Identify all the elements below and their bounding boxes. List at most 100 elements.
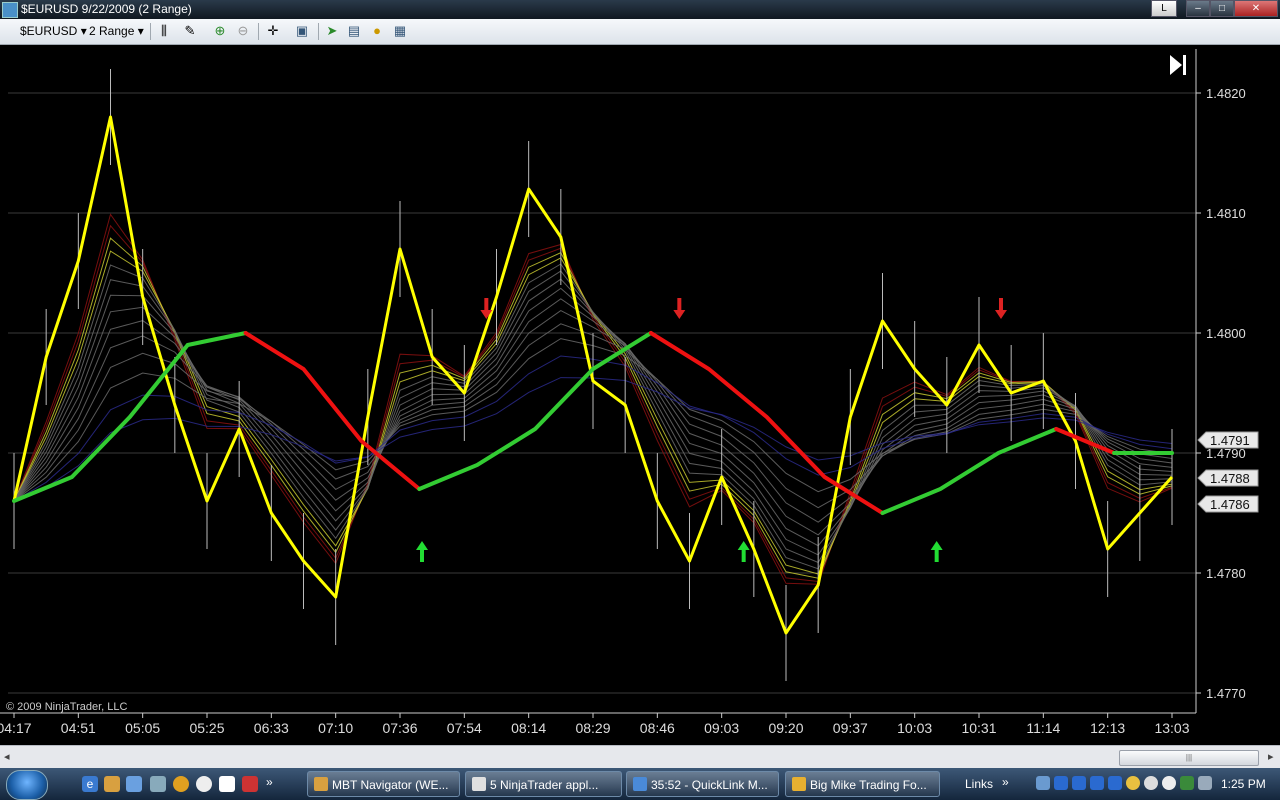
draw-pencil-icon[interactable]: ✎: [182, 23, 198, 39]
buy-arrow-icon: [416, 541, 428, 562]
sell-arrow-icon: [995, 298, 1007, 319]
toolbar-divider: [258, 23, 259, 40]
price-marker-label: 1.4788: [1210, 471, 1250, 486]
task-label: 5 NinjaTrader appl...: [490, 778, 599, 792]
chevron-down-icon: ▾: [80, 24, 87, 38]
x-tick-label: 10:31: [961, 720, 996, 736]
x-tick-label: 07:10: [318, 720, 353, 736]
crosshair-icon[interactable]: ✛: [265, 23, 281, 39]
task-app-icon: [472, 777, 486, 791]
x-tick-label: 13:03: [1154, 720, 1189, 736]
taskbar-task-button[interactable]: Big Mike Trading Fo...: [785, 771, 940, 797]
y-tick-label: 1.4810: [1206, 206, 1246, 221]
task-label: Big Mike Trading Fo...: [810, 778, 927, 792]
x-tick-label: 04:17: [0, 720, 32, 736]
chart-canvas[interactable]: 1.48201.48101.48001.47901.47801.477004:1…: [0, 45, 1280, 745]
x-tick-label: 06:33: [254, 720, 289, 736]
close-button[interactable]: ✕: [1234, 0, 1278, 17]
x-tick-label: 07:54: [447, 720, 482, 736]
ie-icon[interactable]: e: [82, 776, 98, 792]
strategies-icon[interactable]: ▤: [346, 23, 362, 39]
links-toolbar[interactable]: Links: [965, 777, 993, 791]
y-tick-label: 1.4780: [1206, 566, 1246, 581]
copyright-label: © 2009 NinjaTrader, LLC: [6, 701, 127, 713]
data-box-icon[interactable]: ▦: [392, 23, 408, 39]
interval-label: 2 Range: [89, 24, 135, 38]
navigator-icon[interactable]: [104, 776, 120, 792]
snapshot-icon[interactable]: ▣: [294, 23, 310, 39]
windows-taskbar: e » MBT Navigator (WE... 5 NinjaTrader ap…: [0, 768, 1280, 800]
tray-ninja-icon[interactable]: [1162, 776, 1176, 790]
document-icon[interactable]: [219, 776, 235, 792]
bar-type-icon[interactable]: ⫼: [156, 23, 172, 39]
x-tick-label: 08:14: [511, 720, 546, 736]
x-tick-label: 12:13: [1090, 720, 1125, 736]
scroll-thumb[interactable]: |||: [1119, 750, 1259, 766]
zoom-out-icon[interactable]: ⊖: [235, 23, 251, 39]
links-chevron-icon[interactable]: »: [1002, 775, 1009, 789]
toolbar-divider: [150, 23, 151, 40]
tray-app-icon[interactable]: [1180, 776, 1194, 790]
x-tick-label: 07:36: [382, 720, 417, 736]
scroll-left-icon[interactable]: ◂: [4, 750, 10, 763]
tray-euro-icon[interactable]: [1090, 776, 1104, 790]
zoom-in-icon[interactable]: ⊕: [212, 23, 228, 39]
app-icon: [2, 2, 18, 18]
x-tick-label: 08:29: [575, 720, 610, 736]
horizontal-scrollbar[interactable]: ◂ ||| ▸: [0, 745, 1280, 769]
scroll-right-icon[interactable]: ▸: [1268, 750, 1274, 763]
x-tick-label: 05:25: [189, 720, 224, 736]
y-tick-label: 1.4820: [1206, 86, 1246, 101]
chevron-down-icon: ▾: [137, 24, 144, 38]
task-label: MBT Navigator (WE...: [332, 778, 449, 792]
gold-coin-icon[interactable]: ●: [369, 23, 385, 39]
tray-volume-icon[interactable]: [1198, 776, 1212, 790]
taskbar-clock[interactable]: 1:25 PM: [1221, 777, 1266, 791]
x-tick-label: 09:37: [833, 720, 868, 736]
indicators-icon[interactable]: ➤: [324, 23, 340, 39]
task-app-icon: [792, 777, 806, 791]
instrument-selector[interactable]: $EURUSD ▾: [20, 23, 87, 40]
trend-average-line: [417, 331, 653, 491]
interval-selector[interactable]: 2 Range ▾: [89, 23, 144, 40]
quicklaunch-chevron-icon[interactable]: »: [266, 775, 273, 789]
task-app-icon: [314, 777, 328, 791]
tray-coin-icon[interactable]: [1126, 776, 1140, 790]
task-label: 35:52 - QuickLink M...: [651, 778, 768, 792]
chart-toolbar: $EURUSD ▾ 2 Range ▾ ⫼ ✎ ⊕ ⊖ ✛ ▣ ➤ ▤ ● ▦: [0, 19, 1280, 45]
start-button[interactable]: [6, 770, 48, 800]
x-tick-label: 09:20: [768, 720, 803, 736]
tray-euro-icon[interactable]: [1108, 776, 1122, 790]
sell-arrow-icon: [673, 298, 686, 319]
trend-average-line: [12, 331, 248, 503]
tray-euro-icon[interactable]: [1054, 776, 1068, 790]
price-marker-label: 1.4786: [1210, 497, 1250, 512]
tray-euro-icon[interactable]: [1072, 776, 1086, 790]
taskbar-task-button[interactable]: 5 NinjaTrader appl...: [465, 771, 622, 797]
y-tick-label: 1.4800: [1206, 326, 1246, 341]
buy-arrow-icon: [930, 541, 943, 562]
tray-network-icon[interactable]: [1036, 776, 1050, 790]
x-tick-label: 08:46: [640, 720, 675, 736]
show-desktop-icon[interactable]: [126, 776, 142, 792]
scroll-to-end-bar: [1183, 55, 1186, 75]
x-tick-label: 05:05: [125, 720, 160, 736]
buy-arrow-icon: [737, 541, 750, 562]
tray-clock-icon[interactable]: [1144, 776, 1158, 790]
taskbar-task-button[interactable]: MBT Navigator (WE...: [307, 771, 460, 797]
task-app-icon: [633, 777, 647, 791]
x-tick-label: 11:14: [1026, 720, 1060, 736]
link-button[interactable]: L: [1151, 0, 1177, 17]
price-chart[interactable]: 1.4820 1.4810 1.4800 1.4790 1.4780 1.4770 04:1…: [0, 45, 1280, 745]
taskbar-task-button[interactable]: 35:52 - QuickLink M...: [626, 771, 779, 797]
chrome-icon[interactable]: [173, 776, 189, 792]
minimize-button[interactable]: ‒: [1186, 0, 1210, 17]
screen-icon[interactable]: [150, 776, 166, 792]
chart-app-icon[interactable]: [242, 776, 258, 792]
maximize-button[interactable]: □: [1210, 0, 1234, 17]
window-titlebar: $EURUSD 9/22/2009 (2 Range) L ‒ □ ✕: [0, 0, 1280, 19]
price-marker-label: 1.4791: [1210, 433, 1250, 448]
ninja-icon[interactable]: [196, 776, 212, 792]
y-tick-label: 1.4770: [1206, 686, 1246, 701]
scroll-to-end-icon: [1170, 55, 1182, 75]
